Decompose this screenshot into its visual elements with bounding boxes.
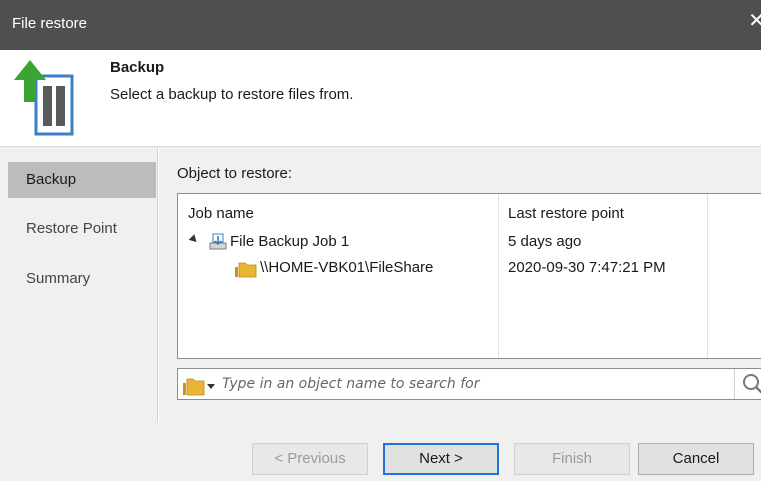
search-input[interactable] (222, 370, 722, 398)
sidebar-item-backup[interactable]: Backup (8, 162, 156, 198)
search-box (177, 368, 761, 400)
cancel-button[interactable]: Cancel (638, 443, 754, 475)
expand-collapse-icon[interactable] (188, 234, 200, 245)
step-title: Backup (110, 59, 165, 76)
wizard-footer: < Previous Next > Finish Cancel (0, 422, 761, 481)
object-to-restore-label: Object to restore: (177, 165, 293, 182)
restore-up-arrow-icon (14, 60, 74, 136)
close-icon[interactable]: ✕ (748, 11, 761, 31)
sidebar-item-summary[interactable]: Summary (8, 261, 156, 297)
wizard-steps-sidebar: Backup Restore Point Summary (0, 147, 158, 422)
next-button[interactable]: Next > (383, 443, 499, 475)
share-path: \\HOME-VBK01\FileShare (260, 259, 434, 276)
title-bar: File restore ✕ (0, 0, 761, 50)
search-icon (743, 374, 761, 394)
previous-button[interactable]: < Previous (252, 443, 368, 475)
folder-dropdown-icon (183, 378, 215, 396)
sidebar-item-restore-point[interactable]: Restore Point (8, 211, 156, 247)
table-row[interactable]: File Backup Job 1 5 days ago (178, 229, 761, 255)
backup-job-icon (209, 233, 227, 250)
search-scope-dropdown[interactable] (182, 373, 218, 397)
main-panel: Object to restore: Job name Last restore… (159, 147, 761, 422)
search-button[interactable] (734, 369, 761, 399)
job-name: File Backup Job 1 (230, 233, 350, 250)
last-restore-point: 5 days ago (508, 233, 582, 250)
last-restore-point: 2020-09-30 7:47:21 PM (508, 259, 666, 276)
column-header-job-name[interactable]: Job name (188, 205, 254, 222)
table-row[interactable]: \\HOME-VBK01\FileShare 2020-09-30 7:47:2… (178, 255, 761, 281)
window-title: File restore (12, 15, 88, 32)
finish-button[interactable]: Finish (514, 443, 630, 475)
wizard-header: Backup Select a backup to restore files … (0, 50, 761, 146)
column-header-last-restore-point[interactable]: Last restore point (508, 205, 624, 222)
backup-objects-table[interactable]: Job name Last restore point File Backup … (177, 193, 761, 359)
step-subtitle: Select a backup to restore files from. (110, 86, 354, 103)
file-share-icon (235, 262, 257, 278)
